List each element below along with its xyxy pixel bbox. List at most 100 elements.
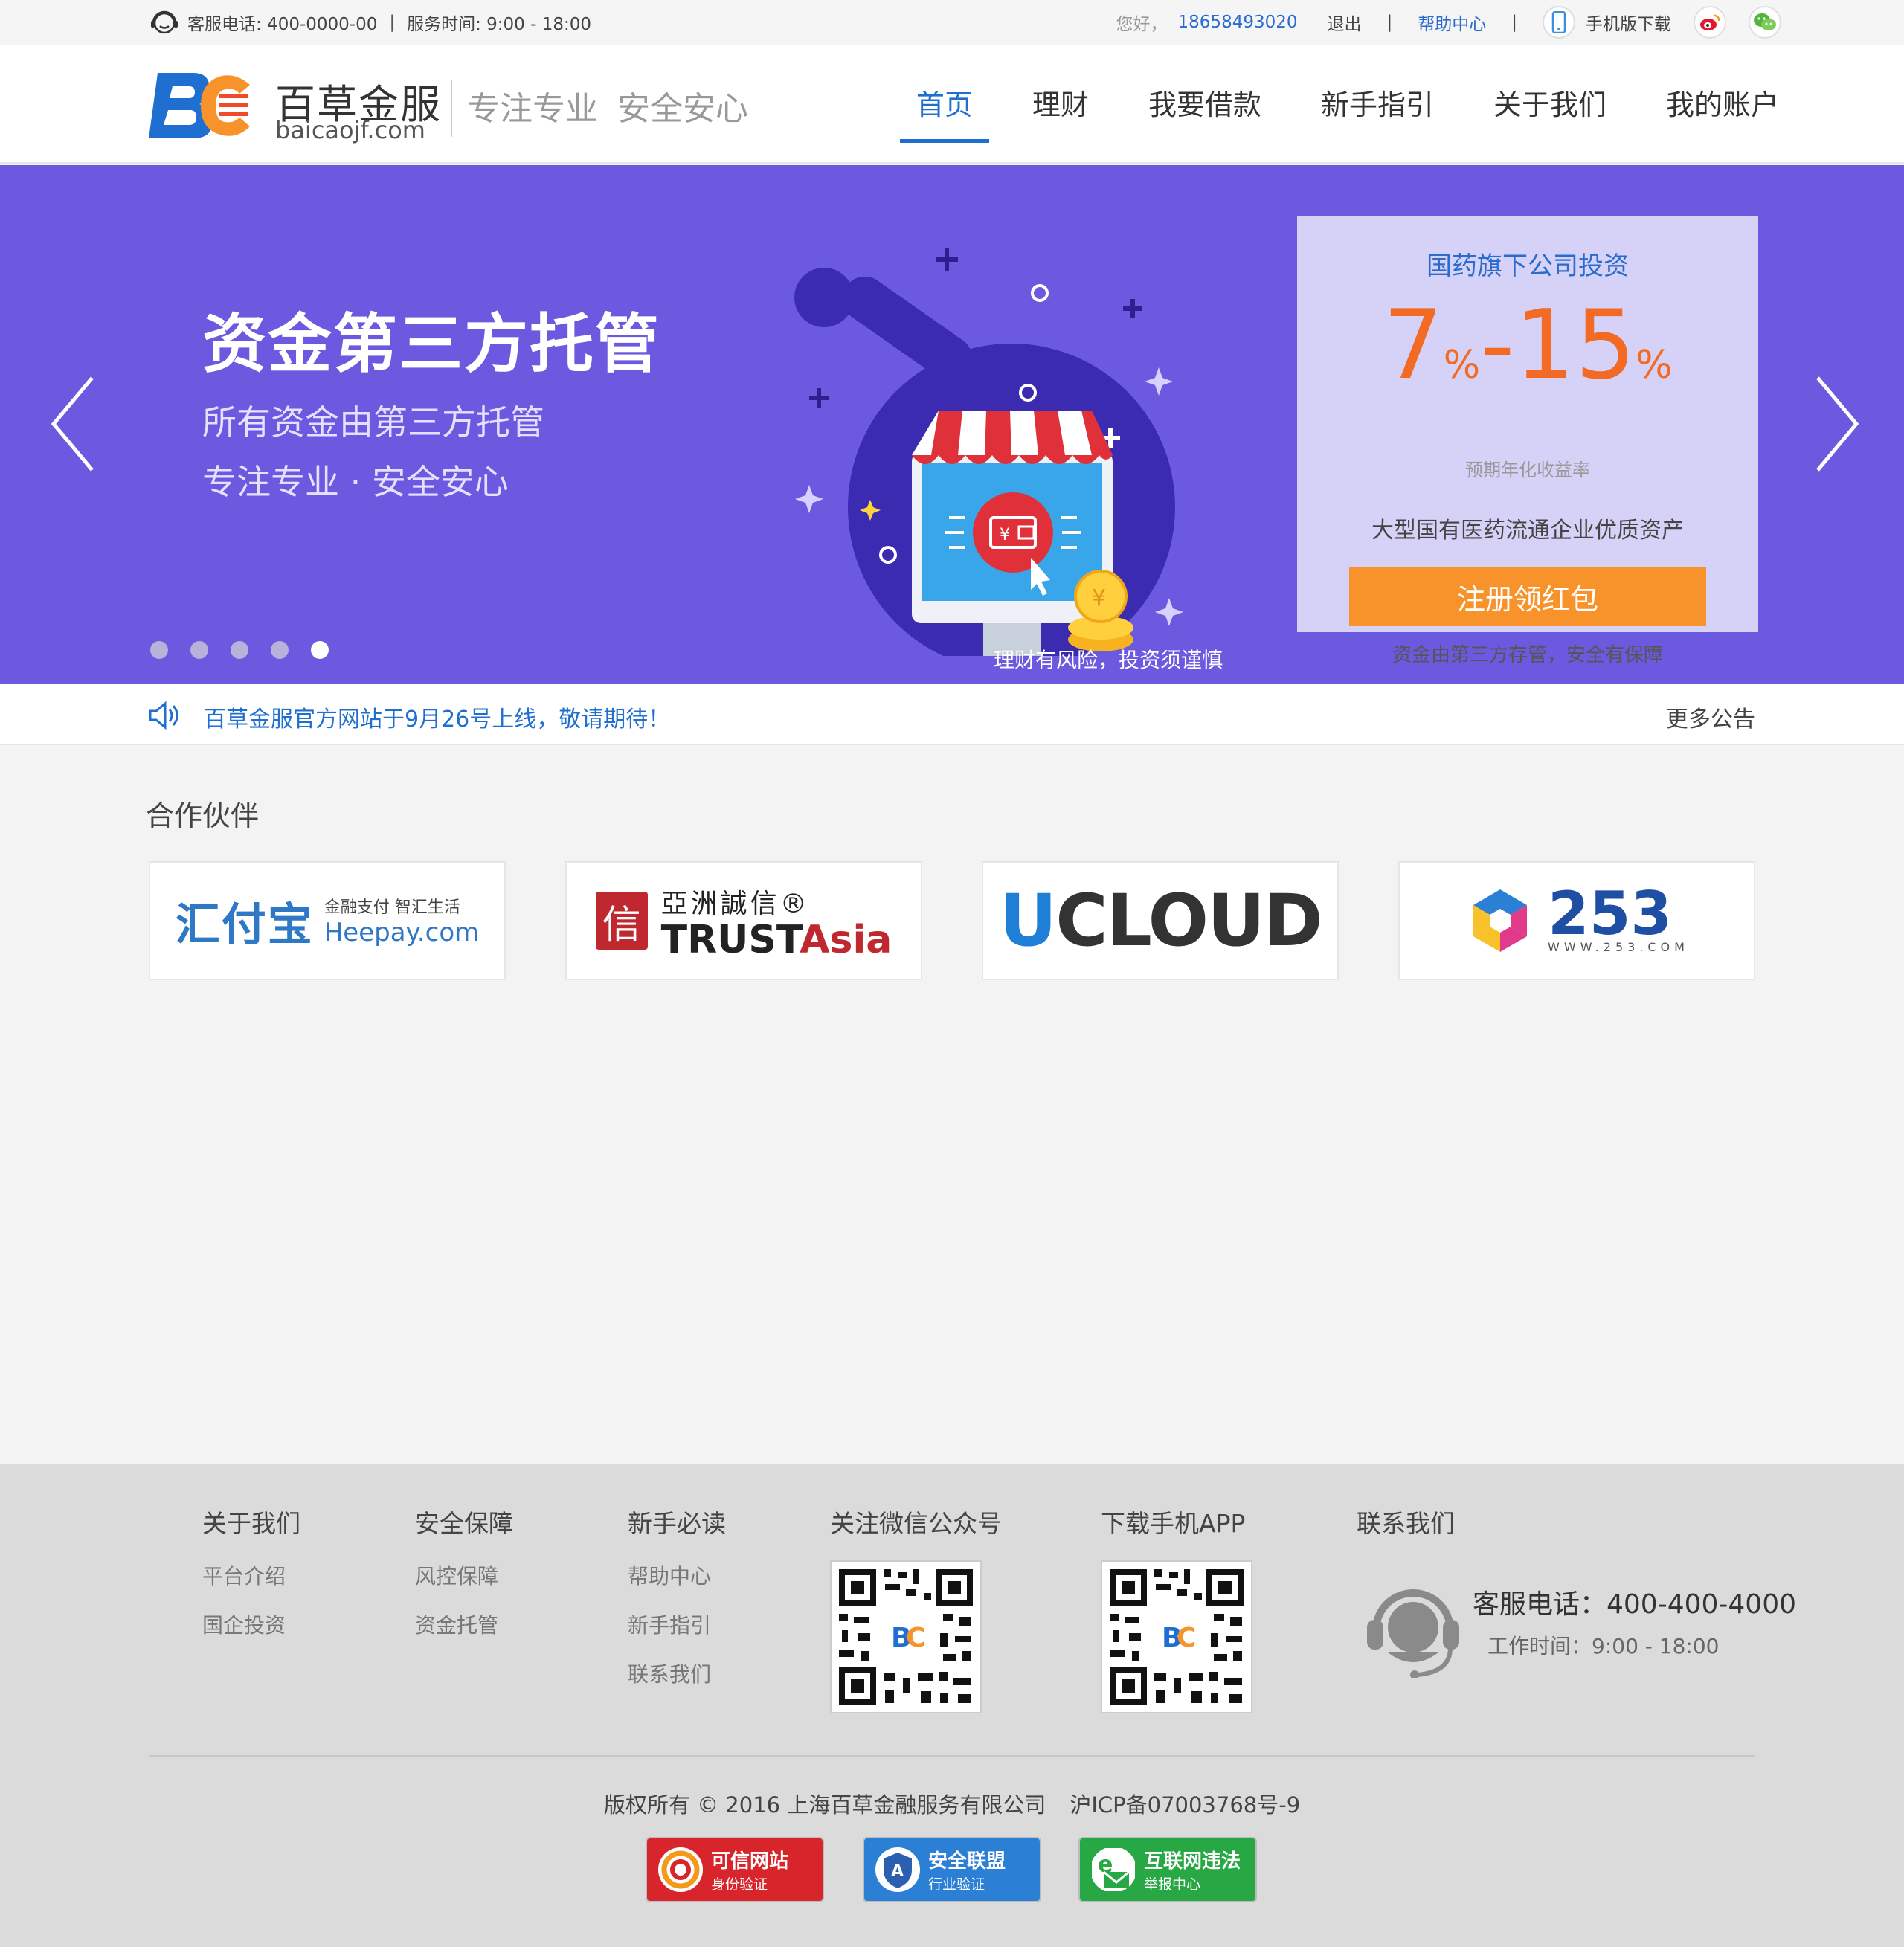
carousel-dot[interactable]	[150, 641, 168, 659]
greeting: 您好，	[1116, 15, 1168, 34]
service-phone: 客服电话: 400-0000-00	[187, 15, 378, 34]
footer-link-risk-control[interactable]: 风控保障	[415, 1560, 513, 1590]
badge-3-line-2: 举报中心	[1144, 1876, 1201, 1893]
nav-home[interactable]: 首页	[899, 82, 989, 143]
security-alliance-badge[interactable]: A 安全联盟行业验证	[863, 1837, 1041, 1902]
trustasia-logo-text: 亞洲誠信® TRUSTAsia	[661, 882, 892, 959]
icp-license-link[interactable]: 沪ICP备07003768号-9	[1070, 1792, 1300, 1818]
footer-link-contact-us[interactable]: 联系我们	[628, 1658, 726, 1688]
253-hexagon-icon	[1473, 889, 1528, 952]
ucloud-logo: UCLOUD	[999, 879, 1322, 962]
trustasia-cn: 亞洲誠信®	[660, 889, 810, 919]
site-footer: 关于我们 平台介绍 国企投资 安全保障 风控保障 资金托管 新手必读 帮助中心 …	[0, 1464, 1904, 1947]
footer-column-about: 关于我们 平台介绍 国企投资	[202, 1504, 300, 1658]
nav-about-us[interactable]: 关于我们	[1477, 82, 1623, 143]
footer-divider	[149, 1755, 1755, 1757]
partner-heepay[interactable]: 汇付宝 金融支付 智汇生活 Heepay.com	[149, 861, 506, 980]
custody-note: 资金由第三方存管，安全有保障	[1392, 644, 1663, 666]
mobile-phone-icon[interactable]	[1543, 6, 1575, 39]
footer-column-beginners: 新手必读 帮助中心 新手指引 联系我们	[628, 1504, 726, 1708]
carousel-dot-active[interactable]	[311, 641, 329, 659]
nav-beginner-guide[interactable]: 新手指引	[1305, 82, 1450, 143]
253-number: 253	[1548, 878, 1673, 948]
help-center-link[interactable]: 帮助中心	[1418, 10, 1486, 35]
app-download-qr-code: B C	[1101, 1560, 1252, 1713]
footer-column-security: 安全保障 风控保障 资金托管	[415, 1504, 513, 1658]
user-phone-link[interactable]: 18658493020	[1178, 13, 1298, 32]
svg-text:¥: ¥	[1092, 585, 1106, 611]
footer-link-help-center[interactable]: 帮助中心	[628, 1560, 726, 1590]
badge-2-line-1: 安全联盟	[928, 1850, 1006, 1873]
nav-finance[interactable]: 理财	[1016, 82, 1105, 143]
svg-text:¥: ¥	[1000, 526, 1010, 544]
trustasia-en: TRUSTAsia	[661, 921, 892, 959]
customer-service-agent-icon	[1367, 1589, 1459, 1678]
carousel-dot[interactable]	[271, 641, 289, 659]
trustasia-seal-icon: 信	[595, 892, 648, 950]
banner-subtitle-1: 所有资金由第三方托管	[202, 402, 544, 442]
separator: |	[389, 13, 396, 32]
top-bar-left: 客服电话: 400-0000-00 | 服务时间: 9:00 - 18:00	[149, 0, 591, 45]
announcement-bar: 百草金服官方网站于9月26号上线，敬请期待！ 更多公告	[0, 684, 1904, 745]
svg-text:C: C	[906, 1623, 925, 1653]
partner-trustasia[interactable]: 信 亞洲誠信® TRUSTAsia	[565, 861, 922, 980]
percent-sign: %	[1636, 343, 1673, 387]
online-store-illustration-icon: ¥ ¥	[794, 248, 1183, 656]
register-red-packet-button[interactable]: 注册领红包	[1349, 567, 1706, 626]
rate-label: 预期年化收益率	[1465, 460, 1590, 480]
ucloud-logo-rest: CLOUD	[1055, 879, 1322, 962]
brand-divider	[451, 80, 452, 137]
badge-1-line-2: 身份验证	[711, 1876, 768, 1893]
divider: |	[1386, 13, 1393, 32]
carousel-prev-arrow-icon[interactable]	[46, 372, 98, 476]
carousel-dot[interactable]	[231, 641, 248, 659]
footer-column-wechat: 关注微信公众号 B C	[830, 1504, 1002, 1713]
heepay-tagline: 金融支付 智汇生活	[324, 898, 460, 917]
partners-heading: 合作伙伴	[146, 799, 260, 832]
footer-heading-beginners: 新手必读	[628, 1509, 726, 1538]
heepay-logo-cn: 汇付宝	[175, 898, 314, 951]
logout-link[interactable]: 退出	[1328, 10, 1362, 35]
more-announcements-link[interactable]: 更多公告	[1666, 701, 1755, 733]
footer-heading-security: 安全保障	[415, 1509, 513, 1538]
customer-service-icon	[151, 10, 178, 34]
253-text: 253 WWW.253.COM	[1548, 878, 1689, 954]
speaker-icon	[149, 701, 178, 730]
bc-logo[interactable]	[147, 68, 251, 143]
carousel-dot[interactable]	[190, 641, 208, 659]
badge-2-line-2: 行业验证	[928, 1876, 985, 1893]
copyright-text: 版权所有 © 2016 上海百草金融服务有限公司	[603, 1792, 1046, 1818]
partner-253[interactable]: 253 WWW.253.COM	[1398, 861, 1755, 980]
shield-icon: A	[875, 1847, 920, 1892]
weibo-icon[interactable]	[1694, 6, 1726, 39]
illegal-report-badge[interactable]: e 互联网违法 举报中心	[1078, 1837, 1257, 1902]
carousel-next-arrow-icon[interactable]	[1812, 372, 1864, 476]
footer-column-app: 下载手机APP B C	[1101, 1504, 1252, 1713]
heepay-logo-side: 金融支付 智汇生活 Heepay.com	[324, 894, 480, 947]
footer-heading-app: 下载手机APP	[1101, 1509, 1246, 1538]
expected-return-rate: 7%-15%	[1297, 297, 1758, 413]
slogan-part-1: 专注专业	[467, 90, 598, 128]
svg-text:A: A	[891, 1862, 904, 1881]
nav-borrow[interactable]: 我要借款	[1132, 82, 1278, 143]
footer-heading-contact: 联系我们	[1357, 1509, 1455, 1538]
mobile-download-link[interactable]: 手机版下载	[1586, 10, 1671, 35]
heepay-logo-en: Heepay.com	[324, 918, 480, 947]
footer-heading-about: 关于我们	[202, 1509, 300, 1538]
footer-link-fund-custody[interactable]: 资金托管	[415, 1609, 513, 1639]
nav-my-account[interactable]: 我的账户	[1650, 82, 1795, 143]
partner-ucloud[interactable]: UCLOUD	[982, 861, 1339, 980]
announcement-link[interactable]: 百草金服官方网站于9月26号上线，敬请期待！	[204, 701, 670, 733]
footer-link-beginner-guide[interactable]: 新手指引	[628, 1609, 726, 1639]
top-bar-right: 您好， 18658493020 退出 | 帮助中心 | 手机版下载	[1116, 0, 1781, 45]
badge-3-line-1: 互联网违法	[1144, 1850, 1241, 1873]
trusted-site-badge[interactable]: 可信网站 身份验证	[646, 1837, 824, 1902]
wechat-icon[interactable]	[1749, 6, 1781, 39]
footer-link-soe-investment[interactable]: 国企投资	[202, 1609, 300, 1639]
banner-subtitle-2: 专注专业 · 安全安心	[202, 462, 509, 502]
ucloud-logo-u: U	[999, 879, 1057, 962]
footer-heading-wechat: 关注微信公众号	[830, 1509, 1002, 1538]
rate-high: -15	[1480, 290, 1636, 401]
footer-link-platform-intro[interactable]: 平台介绍	[202, 1560, 300, 1590]
carousel-indicators	[150, 641, 351, 659]
